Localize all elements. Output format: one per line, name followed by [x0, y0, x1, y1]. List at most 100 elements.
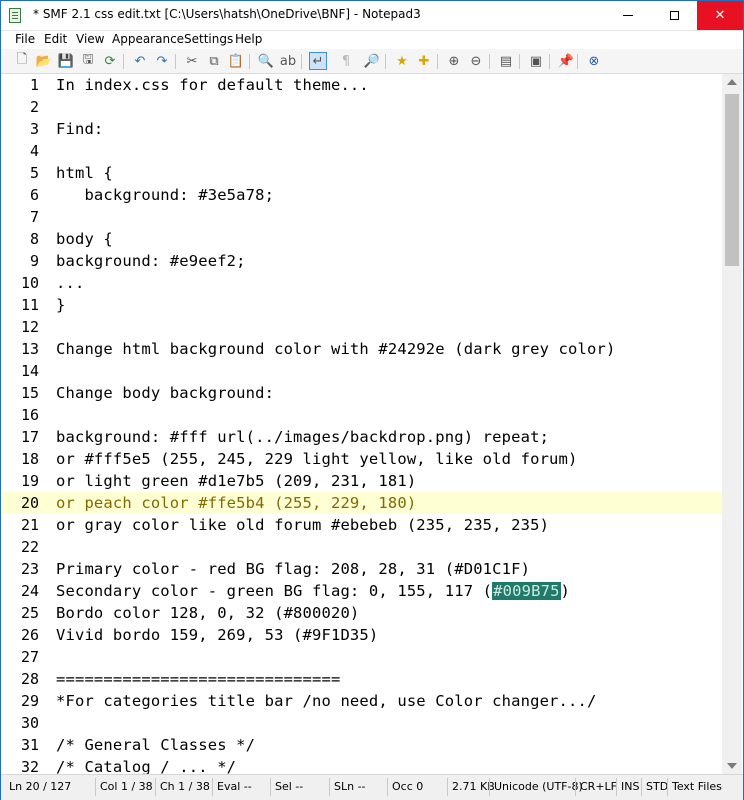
line-number: 16	[20, 406, 39, 424]
editor-line[interactable]: 22	[1, 536, 723, 558]
editor-line[interactable]: 26 Vivid bordo 159, 269, 53 (#9F1D35)	[1, 624, 723, 646]
bookmark-icon[interactable]: ★	[393, 52, 411, 70]
scroll-up-icon[interactable]	[727, 79, 737, 85]
status-sln: SLn --	[334, 780, 366, 793]
copy-icon[interactable]: ⧉	[205, 52, 223, 70]
editor-line[interactable]: 14	[1, 360, 723, 382]
status-separator	[575, 778, 576, 796]
menu-appearance[interactable]: Appearance	[112, 32, 184, 46]
maximize-button[interactable]	[651, 1, 697, 30]
line-number: 2	[29, 98, 39, 116]
editor-line[interactable]: 29 *For categories title bar /no need, us…	[1, 690, 723, 712]
menu-edit[interactable]: Edit	[44, 32, 67, 46]
editor-line[interactable]: 1 In index.css for default theme...	[1, 74, 723, 96]
text-editor[interactable]: 1 In index.css for default theme... 2 3 Find…	[1, 74, 743, 776]
editor-line[interactable]: 4	[1, 140, 723, 162]
save-icon[interactable]: 💾	[57, 52, 75, 70]
status-ins[interactable]: INS	[621, 780, 639, 793]
editor-line[interactable]: 10...	[1, 272, 723, 294]
open-file-icon[interactable]: 📂	[35, 52, 53, 70]
word-wrap-icon[interactable]: ↵	[309, 52, 327, 70]
menu-file[interactable]: File	[15, 32, 35, 46]
line-text: }	[56, 296, 66, 314]
editor-line[interactable]: 23 Primary color - red BG flag: 208, 28, …	[1, 558, 723, 580]
close-button[interactable]: ✕	[697, 1, 743, 30]
line-number: 15	[20, 384, 39, 402]
editor-line[interactable]: 17 background: #fff url(../images/backdro…	[1, 426, 723, 448]
editor-line[interactable]: 7	[1, 206, 723, 228]
zoom-in-icon[interactable]: ⊕	[445, 52, 463, 70]
title-bar[interactable]: * SMF 2.1 css edit.txt [C:\Users\hatsh\O…	[1, 1, 743, 31]
editor-line[interactable]: 15 Change body background:	[1, 382, 723, 404]
zoom-selection-icon[interactable]: 🔎	[363, 52, 381, 70]
text-selection[interactable]: #009B75	[492, 582, 561, 600]
line-text: *For categories title bar /no need, use …	[56, 692, 597, 710]
editor-line[interactable]: 25 Bordo color 128, 0, 32 (#800020)	[1, 602, 723, 624]
editor-line[interactable]: 6 background: #3e5a78;	[1, 184, 723, 206]
toolbar-separator	[123, 54, 124, 69]
new-file-icon[interactable]: 🗋	[13, 52, 31, 70]
line-number: 4	[29, 142, 39, 160]
replace-icon[interactable]: ab	[279, 52, 297, 70]
save-as-icon[interactable]: 🖫	[79, 52, 97, 70]
paste-icon[interactable]: 📋	[227, 52, 245, 70]
editor-line[interactable]: 9 background: #e9eef2;	[1, 250, 723, 272]
status-separator	[270, 778, 271, 796]
line-number: 31	[20, 736, 39, 754]
editor-line[interactable]: 30	[1, 712, 723, 734]
line-number: 30	[20, 714, 39, 732]
editor-line[interactable]: 12	[1, 316, 723, 338]
status-ln: Ln 20 / 127	[9, 780, 72, 793]
editor-line[interactable]: 21 or gray color like old forum #ebebeb (…	[1, 514, 723, 536]
scheme-icon[interactable]: ▤	[497, 52, 515, 70]
zoom-out-icon[interactable]: ⊖	[467, 52, 485, 70]
scroll-down-icon[interactable]	[727, 763, 737, 769]
editor-line[interactable]: 3 Find:	[1, 118, 723, 140]
status-sel: Sel --	[275, 780, 304, 793]
status-eol[interactable]: CR+LF	[580, 780, 617, 793]
editor-line[interactable]: 28 ==============================	[1, 668, 723, 690]
editor-line[interactable]: 5 html {	[1, 162, 723, 184]
line-text: Change html background color with #24292…	[56, 340, 616, 358]
show-whitespace-icon[interactable]: ¶	[337, 52, 355, 70]
reload-icon[interactable]: ⟳	[101, 52, 119, 70]
line-text: Find:	[56, 120, 104, 138]
editor-line[interactable]: 11}	[1, 294, 723, 316]
minimize-button[interactable]	[605, 1, 651, 30]
menu-help[interactable]: Help	[235, 32, 262, 46]
editor-line[interactable]: 27	[1, 646, 723, 668]
scrollbar-thumb[interactable]	[725, 94, 739, 266]
line-number: 25	[20, 604, 39, 622]
line-text: /* General Classes */	[56, 736, 256, 754]
status-enc[interactable]: Unicode (UTF-8)	[494, 780, 583, 793]
exit-icon[interactable]: ⊗	[585, 52, 603, 70]
editor-line[interactable]: 13 Change html background color with #242…	[1, 338, 723, 360]
status-lex[interactable]: Text Files	[672, 780, 722, 793]
undo-icon[interactable]: ↶	[131, 52, 149, 70]
console-icon[interactable]: ▣	[527, 52, 545, 70]
editor-line[interactable]: 24 Secondary color - green BG flag: 0, 15…	[1, 580, 723, 602]
editor-line[interactable]: 31 /* General Classes */	[1, 734, 723, 756]
vertical-scrollbar[interactable]	[722, 74, 742, 774]
editor-line[interactable]: 20 or peach color #ffe5b4 (255, 229, 180)	[1, 492, 723, 514]
line-number: 11	[20, 296, 39, 314]
add-bookmark-icon[interactable]: ✚	[415, 52, 433, 70]
pin-icon[interactable]: 📌	[557, 52, 575, 70]
menu-view[interactable]: View	[76, 32, 104, 46]
status-separator	[616, 778, 617, 796]
line-text: or light green #d1e7b5 (209, 231, 181)	[56, 472, 417, 490]
line-number: 6	[29, 186, 39, 204]
editor-line[interactable]: 8 body {	[1, 228, 723, 250]
menu-settings[interactable]: Settings	[184, 32, 233, 46]
redo-icon[interactable]: ↷	[153, 52, 171, 70]
editor-line[interactable]: 2	[1, 96, 723, 118]
editor-line[interactable]: 19 or light green #d1e7b5 (209, 231, 181)	[1, 470, 723, 492]
status-separator	[155, 778, 156, 796]
find-icon[interactable]: 🔍	[257, 52, 275, 70]
cut-icon[interactable]: ✂	[183, 52, 201, 70]
line-number: 5	[29, 164, 39, 182]
editor-line[interactable]: 16	[1, 404, 723, 426]
editor-line[interactable]: 18 or #fff5e5 (255, 245, 229 light yellow…	[1, 448, 723, 470]
status-std[interactable]: STD	[646, 780, 668, 793]
status-separator	[212, 778, 213, 796]
